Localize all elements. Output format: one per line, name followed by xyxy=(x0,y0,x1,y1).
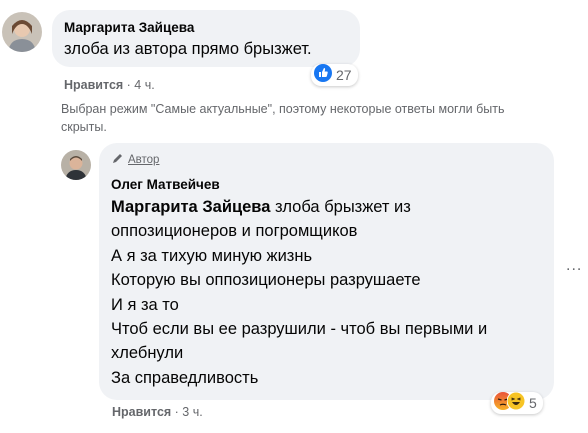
pencil-icon xyxy=(111,152,124,168)
more-options-icon[interactable]: ... xyxy=(566,257,582,275)
comment-author[interactable]: Маргарита Зайцева xyxy=(64,20,194,35)
reply-line-2: оппозиционеров и погромщиков xyxy=(111,222,358,241)
notice-line-2: скрыты. xyxy=(61,120,107,134)
reply-line-3: А я за тихую миную жизнь xyxy=(111,246,313,265)
reply-bubble: Автор Олег Матвейчев Маргарита Зайцева з… xyxy=(99,143,554,400)
comment-text: злоба из автора прямо брызжет. xyxy=(64,40,312,58)
reply-line-6: Чтоб если вы ее разрушили - чтоб вы перв… xyxy=(111,320,488,339)
comment-meta: Нравится · 4 ч. xyxy=(64,78,155,92)
mention-link[interactable]: Маргарита Зайцева xyxy=(111,198,270,216)
reply-like-button[interactable]: Нравится xyxy=(112,405,171,419)
reply-meta: Нравится · 3 ч. xyxy=(112,405,203,419)
haha-icon xyxy=(506,391,526,415)
author-badge-label: Автор xyxy=(128,154,160,166)
reply-reaction-count: 5 xyxy=(529,395,537,411)
like-button[interactable]: Нравится xyxy=(64,78,123,92)
comment-bubble: Маргарита Зайцева злоба из автора прямо … xyxy=(52,10,360,67)
reply-text: Маргарита Зайцева злоба брызжет из оппоз… xyxy=(111,195,487,390)
reply-line-1-text: злоба брызжет из xyxy=(270,198,411,216)
reply-time[interactable]: · 3 ч. xyxy=(175,405,203,419)
thumbs-up-icon xyxy=(314,63,332,87)
reply-line-4: Которую вы оппозиционеры разрушаете xyxy=(111,271,421,290)
reply-line-7: хлебнули xyxy=(111,344,184,363)
reply-line-8: За справедливость xyxy=(111,368,259,387)
reply-line-5: И я за то xyxy=(111,295,179,314)
avatar-oleg[interactable] xyxy=(61,150,91,180)
comment-reactions[interactable]: 27 xyxy=(311,63,358,87)
reply-author[interactable]: Олег Матвейчев xyxy=(111,177,220,192)
reaction-count: 27 xyxy=(336,67,352,83)
notice-line-1: Выбран режим "Самые актуальные", поэтому… xyxy=(61,102,505,116)
comment-time[interactable]: · 4 ч. xyxy=(127,78,155,92)
avatar-margarita[interactable] xyxy=(2,12,42,52)
reply-line-1: Маргарита Зайцева злоба брызжет из xyxy=(111,195,487,219)
sort-notice: Выбран режим "Самые актуальные", поэтому… xyxy=(61,100,504,136)
reply-reactions[interactable]: 5 xyxy=(491,391,543,415)
author-badge[interactable]: Автор xyxy=(111,152,159,168)
